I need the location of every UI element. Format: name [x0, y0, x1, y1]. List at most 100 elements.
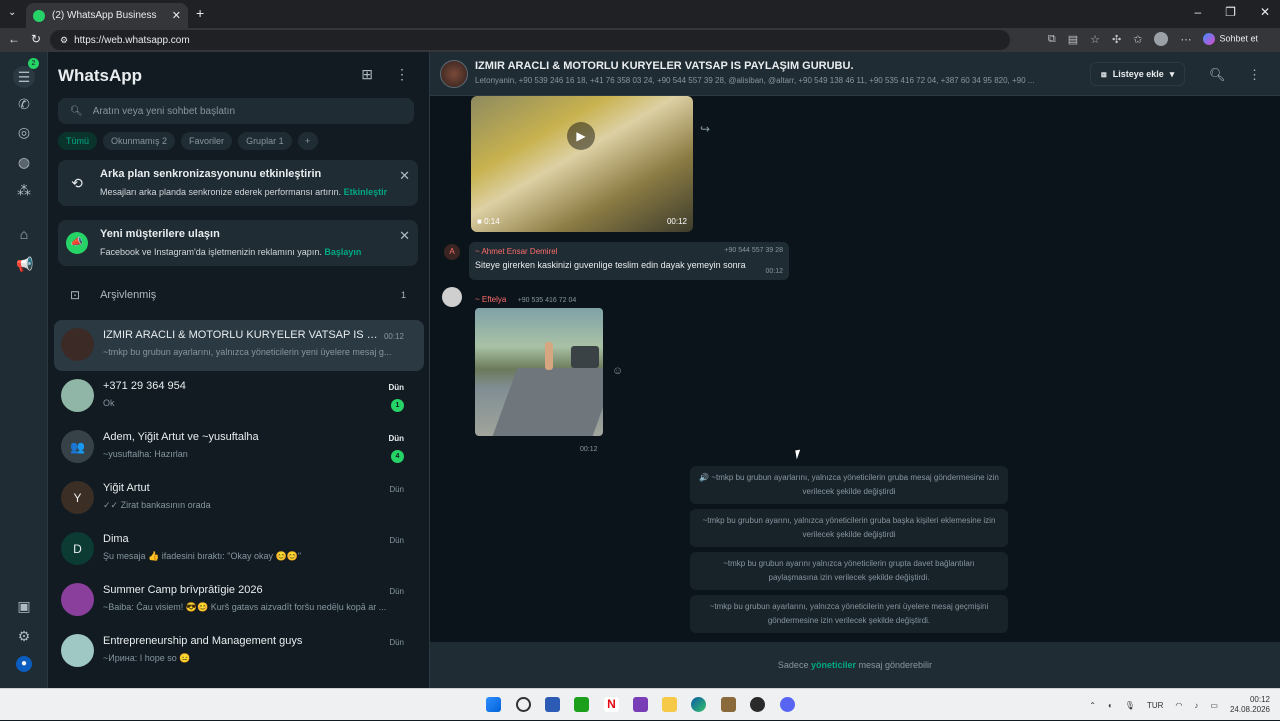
maximize-icon[interactable]: ❐ [1225, 5, 1236, 19]
communities-icon[interactable]: ⁂ [16, 182, 32, 198]
new-chat-icon[interactable]: ⊞ [361, 66, 373, 83]
back-arrow-icon[interactable]: ← [8, 32, 20, 46]
archived-label: Arşivlenmiş [100, 289, 157, 301]
chat-list-item[interactable]: Entrepreneurship and Management guys ~Ири… [48, 626, 429, 677]
favorites-icon[interactable]: ✩ [1133, 33, 1142, 46]
system-message: ~tmkp bu grubun ayarını, yalnızca yöneti… [690, 509, 1008, 547]
media-gallery-icon[interactable]: ▣ [16, 598, 32, 614]
address-bar[interactable]: ⚙ https://web.whatsapp.com [50, 30, 1010, 50]
xbox-icon[interactable] [574, 697, 589, 712]
taskbar-app-icon-4[interactable] [750, 697, 765, 712]
input-language[interactable]: TUR [1147, 701, 1163, 710]
tab-title: (2) WhatsApp Business [52, 10, 157, 21]
close-sync-banner-icon[interactable]: ✕ [399, 168, 410, 184]
filter-all[interactable]: Tümü [58, 132, 98, 150]
filter-unread[interactable]: Okunmamış 2 [103, 132, 176, 150]
forward-icon[interactable]: ↪ [700, 122, 710, 136]
taskbar-search-icon[interactable] [516, 697, 531, 712]
more-menu-icon[interactable]: ⋯ [1180, 33, 1191, 46]
calls-icon[interactable]: ✆ [16, 96, 32, 112]
conversation-menu-icon[interactable]: ⋮ [1248, 67, 1261, 83]
whatsapp-favicon-icon [33, 9, 45, 22]
window-close-icon[interactable]: ✕ [1260, 5, 1270, 19]
video-message-time: 00:12 [666, 217, 687, 226]
video-message[interactable]: ▶ ■ 0:14 00:12 [471, 96, 693, 232]
photo-road [492, 368, 603, 436]
tab-close-icon[interactable]: ✕ [172, 9, 181, 22]
close-ads-banner-icon[interactable]: ✕ [399, 228, 410, 244]
catalog-store-icon[interactable]: ⌂ [16, 226, 32, 242]
status-icon[interactable]: ◎ [16, 124, 32, 140]
install-app-icon[interactable]: ⧉ [1048, 33, 1056, 46]
enable-sync-link[interactable]: Etkinleştir [344, 187, 388, 197]
chat-last-message: ~Ирина: I hope so 😑 [103, 653, 191, 663]
sender-avatar-eftelya[interactable] [442, 287, 462, 307]
group-avatar[interactable] [440, 60, 468, 88]
settings-gear-icon[interactable]: ⚙ [16, 628, 32, 644]
chat-time: Dün [388, 434, 404, 443]
discord-icon[interactable] [780, 697, 795, 712]
system-message: ~tmkp bu grubun ayarını yalnızca yönetic… [690, 552, 1008, 590]
image-message[interactable] [475, 308, 603, 436]
file-explorer-icon[interactable] [662, 697, 677, 712]
site-info-icon[interactable]: ⚙ [60, 35, 68, 46]
profile-icon[interactable]: ● [16, 656, 32, 672]
chat-list-item[interactable]: 👥 Adem, Yiğit Artut ve ~yusuftalha ~yusuft… [48, 422, 429, 473]
sidebar-menu-icon[interactable]: ⋮ [395, 66, 409, 83]
filter-favorites[interactable]: Favoriler [181, 132, 233, 150]
browser-tab-whatsapp[interactable]: (2) WhatsApp Business ✕ [26, 3, 188, 28]
start-windows-icon[interactable] [486, 697, 501, 712]
start-ads-link[interactable]: Başlayın [324, 247, 361, 257]
mouse-cursor-icon [795, 449, 802, 460]
message-sender[interactable]: ~ Eftelya [475, 295, 506, 304]
ads-megaphone-icon[interactable]: 📢 [16, 256, 33, 272]
message-time: 00:12 [765, 268, 783, 275]
taskbar-app-icon-2[interactable] [633, 697, 648, 712]
chat-list-item[interactable]: +371 29 364 954 Ok Dün 1 [48, 371, 429, 422]
ads-banner-title: Yeni müşterilere ulaşın [100, 228, 220, 240]
taskbar-clock[interactable]: 00:12 24.08.2026 [1230, 695, 1270, 715]
add-to-list-button[interactable]: ⧈ Listeye ekle ▾ [1090, 62, 1186, 86]
chat-last-message: ~tmkp bu grubun ayarlarını, yalnızca yön… [103, 347, 392, 357]
system-message: ~tmkp bu grubun ayarlarını, yalnızca yön… [690, 595, 1008, 633]
chat-list-item[interactable]: Summer Camp brīvprātīgie 2026 ~Baiba: Čau… [48, 575, 429, 626]
tray-chevron-up-icon[interactable]: ⌃ [1089, 701, 1096, 710]
new-tab-plus-icon[interactable]: + [196, 5, 204, 21]
tab-list-chevron-icon[interactable]: ⌄ [8, 7, 16, 18]
sender-avatar-a[interactable]: A [444, 244, 460, 260]
add-filter-button[interactable]: + [297, 132, 318, 150]
group-title[interactable]: IZMIR ARACLI & MOTORLU KURYELER VATSAP I… [475, 60, 854, 72]
wifi-icon[interactable]: ◠ [1175, 701, 1182, 710]
speaker-icon[interactable]: ♪ [1194, 701, 1198, 710]
chat-list-item[interactable]: D Dima Şu mesaja 👍 ifadesini bıraktı: "Oka… [48, 524, 429, 575]
extensions-icon[interactable]: ✣ [1112, 33, 1121, 46]
chat-list-item[interactable]: IZMIR ARACLI & MOTORLU KURYELER VATSAP I… [54, 320, 424, 371]
profile-avatar[interactable] [1154, 32, 1169, 46]
tray-app-icon[interactable]: ◐ [1108, 701, 1113, 710]
copilot-chat-button[interactable]: Sohbet et [1203, 33, 1258, 45]
bookmark-star-icon[interactable]: ☆ [1090, 33, 1100, 46]
taskbar-app-icon-3[interactable] [721, 697, 736, 712]
conversation-search-icon[interactable]: 🔍︎ [1209, 67, 1226, 83]
chat-list-item[interactable]: Y Yiğit Artut ✓✓ Zirat bankasının orada Dün [48, 473, 429, 524]
message-sender[interactable]: ~ Ahmet Ensar Demirel [475, 247, 557, 256]
taskbar-app-icon-1[interactable] [545, 697, 560, 712]
netflix-icon[interactable]: N [604, 697, 619, 712]
group-participants: Letonyanin, +90 539 246 16 18, +41 76 35… [475, 76, 1035, 85]
channels-icon[interactable]: ◍ [16, 154, 32, 170]
chats-icon[interactable]: ☰ [13, 66, 35, 88]
filter-groups[interactable]: Gruplar 1 [238, 132, 292, 150]
search-input[interactable]: 🔍︎ Aratın veya yeni sohbet başlatın [58, 98, 414, 124]
reader-icon[interactable]: ▤ [1068, 33, 1078, 46]
minimize-icon[interactable]: – [1194, 5, 1201, 19]
chat-last-message: ~Baiba: Čau visiem! 😎😊 Kurš gatavs aizva… [103, 602, 387, 612]
emoji-react-icon[interactable]: ☺ [612, 365, 623, 377]
play-icon[interactable]: ▶ [567, 122, 595, 150]
microphone-icon[interactable]: 🎙 [1125, 701, 1135, 710]
sync-banner-text: Mesajları arka planda senkronize ederek … [100, 187, 388, 197]
edge-browser-icon[interactable] [691, 697, 706, 712]
admins-link[interactable]: yöneticiler [811, 660, 856, 670]
archived-row[interactable]: ⊡ Arşivlenmiş 1 [48, 280, 429, 310]
reload-icon[interactable]: ↻ [31, 32, 41, 46]
battery-icon[interactable]: ▭ [1210, 701, 1218, 710]
